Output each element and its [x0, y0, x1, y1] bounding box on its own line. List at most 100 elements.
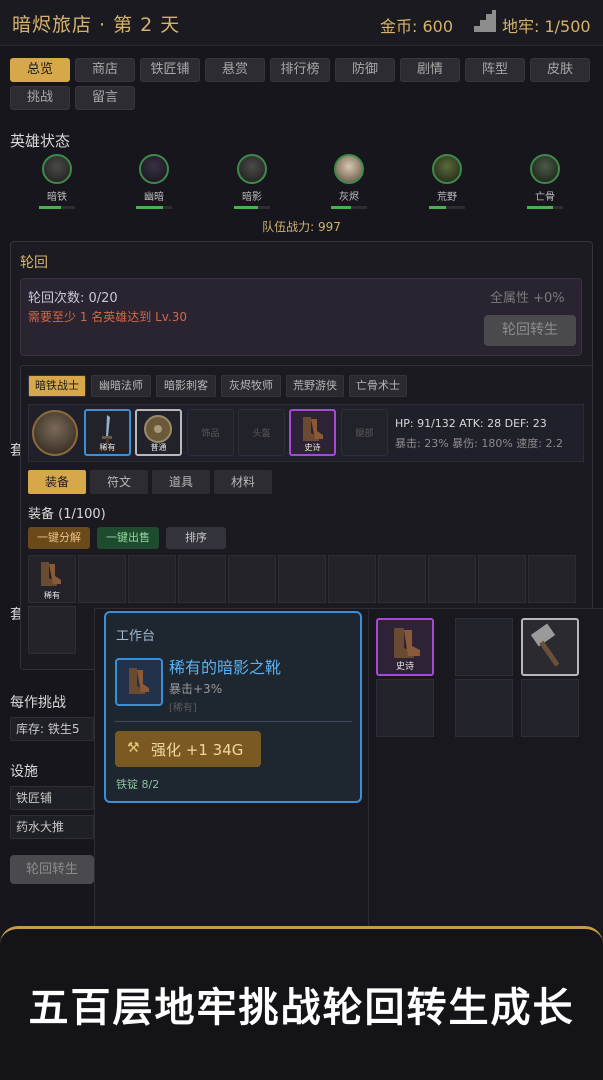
facility-row[interactable]: 铁匠铺 — [10, 786, 94, 810]
slot-label: 头盔 — [252, 429, 271, 439]
boots-icon — [129, 668, 149, 694]
hero-card[interactable]: 暗影 — [217, 154, 287, 209]
tab-skins[interactable]: 皮肤 — [530, 58, 590, 82]
tab-bounty[interactable]: 悬赏 — [205, 58, 265, 82]
reincarnation-button-secondary[interactable]: 轮回转生 — [10, 855, 94, 884]
tab-blacksmith[interactable]: 铁匠铺 — [140, 58, 200, 82]
slot-label: 饰品 — [201, 429, 220, 439]
hero-card[interactable]: 亡骨 — [510, 154, 580, 209]
slot-rarity: 稀有 — [99, 443, 116, 452]
hero-portrait — [530, 154, 560, 184]
hero-name: 灰烬 — [339, 192, 359, 203]
inventory-slot[interactable] — [28, 606, 76, 654]
item-slot[interactable]: 史诗 — [376, 618, 434, 676]
hero-stats-primary: HP: 91/132 ATK: 28 DEF: 23 — [395, 417, 547, 430]
tab-leaderboard[interactable]: 排行榜 — [270, 58, 330, 82]
hero-hp-bar — [136, 206, 172, 209]
hero-card[interactable]: 灰烬 — [314, 154, 384, 209]
boots-slot[interactable]: 史诗 — [289, 409, 336, 456]
inventory-slot[interactable] — [228, 555, 276, 603]
hero-hp-bar — [429, 206, 465, 209]
tab-formation[interactable]: 阵型 — [465, 58, 525, 82]
reincarnation-title: 轮回 — [20, 255, 48, 271]
stairs-icon — [472, 8, 498, 34]
weapon-slot[interactable]: 稀有 — [84, 409, 131, 456]
tab-overview[interactable]: 总览 — [10, 58, 70, 82]
hero-name: 幽暗 — [144, 192, 164, 203]
workbench-item-stat: 暴击+3% — [169, 682, 223, 696]
tab-items[interactable]: 道具 — [152, 470, 210, 494]
inventory-slot[interactable] — [378, 555, 426, 603]
dungeon-counter: 地牢: 1/500 — [502, 17, 591, 36]
hero-name: 暗影 — [242, 192, 262, 203]
inventory-title: 装备 (1/100) — [28, 507, 106, 522]
hammer-icon: ⚒ — [127, 740, 140, 756]
tab-equipment[interactable]: 装备 — [28, 470, 86, 494]
hero-status-label: 英雄状态 — [10, 132, 71, 150]
slot-rarity: 史诗 — [395, 662, 414, 672]
reincarnation-requirement: 需要至少 1 名英雄达到 Lv.30 — [28, 310, 188, 324]
hero-hp-bar — [39, 206, 75, 209]
accessory-slot[interactable]: 饰品 — [187, 409, 234, 456]
tab-challenge[interactable]: 挑战 — [10, 86, 70, 110]
item-slot[interactable] — [455, 679, 513, 737]
facilities-label: 设施 — [10, 764, 38, 780]
reincarnation-count: 轮回次数: 0/20 — [28, 291, 118, 306]
hero-tab[interactable]: 荒野游侠 — [286, 375, 344, 397]
inventory-slot[interactable] — [278, 555, 326, 603]
helmet-slot[interactable]: 头盔 — [238, 409, 285, 456]
hero-name: 暗铁 — [47, 192, 67, 203]
divider — [368, 608, 369, 938]
hero-tab[interactable]: 幽暗法师 — [91, 375, 151, 397]
tab-runes[interactable]: 符文 — [90, 470, 148, 494]
shield-slot[interactable]: 普通 — [135, 409, 182, 456]
item-slot[interactable] — [521, 679, 579, 737]
item-slot[interactable] — [376, 679, 434, 737]
hero-card[interactable]: 幽暗 — [119, 154, 189, 209]
slot-rarity: 稀有 — [44, 591, 60, 600]
inventory-slot[interactable] — [178, 555, 226, 603]
inventory-slot[interactable]: 稀有 — [28, 555, 76, 603]
tab-materials[interactable]: 材料 — [214, 470, 272, 494]
slot-rarity: 普通 — [150, 443, 167, 452]
item-slot[interactable] — [521, 618, 579, 676]
tab-messages[interactable]: 留言 — [75, 86, 135, 110]
hero-card[interactable]: 暗铁 — [22, 154, 92, 209]
inventory-slot[interactable] — [78, 555, 126, 603]
hero-portrait — [139, 154, 169, 184]
inventory-slot[interactable] — [428, 555, 476, 603]
leg-slot[interactable]: 腿部 — [341, 409, 388, 456]
tab-story[interactable]: 剧情 — [400, 58, 460, 82]
sort-button[interactable]: 排序 — [166, 527, 226, 549]
tab-defense[interactable]: 防御 — [335, 58, 395, 82]
hero-tab[interactable]: 暗铁战士 — [28, 375, 86, 397]
hammer-icon — [530, 623, 560, 667]
tab-shop[interactable]: 商店 — [75, 58, 135, 82]
inventory-slot[interactable] — [478, 555, 526, 603]
workbench-title: 工作台 — [116, 629, 156, 644]
inventory-slot[interactable] — [328, 555, 376, 603]
inventory-slot[interactable] — [128, 555, 176, 603]
inventory-slot[interactable] — [528, 555, 576, 603]
hero-tab[interactable]: 亡骨术士 — [349, 375, 407, 397]
hero-portrait — [42, 154, 72, 184]
hero-stats-secondary: 暴击: 23% 暴伤: 180% 速度: 2.2 — [395, 437, 563, 450]
facility-row[interactable]: 药水大推 — [10, 815, 94, 839]
boots-icon — [41, 562, 61, 586]
hero-tab[interactable]: 灰烬牧师 — [221, 375, 281, 397]
page-title: 暗烬旅店 · 第 2 天 — [12, 14, 181, 36]
upgrade-button[interactable]: ⚒ 强化 +1 34G — [115, 731, 261, 767]
workbench-material: 铁锭 8/2 — [116, 778, 160, 791]
sell-all-button[interactable]: 一键出售 — [97, 527, 159, 549]
slot-rarity: 史诗 — [304, 443, 321, 452]
hero-tab[interactable]: 暗影刺客 — [156, 375, 216, 397]
stock-row: 库存: 铁生5 — [10, 717, 94, 741]
team-power: 队伍战力: 997 — [262, 220, 341, 234]
salvage-all-button[interactable]: 一键分解 — [28, 527, 90, 549]
reincarnation-button[interactable]: 轮回转生 — [484, 315, 576, 346]
hero-hp-bar — [234, 206, 270, 209]
hero-card[interactable]: 荒野 — [412, 154, 482, 209]
item-slot[interactable] — [455, 618, 513, 676]
workbench-item-slot[interactable] — [115, 658, 163, 706]
hero-portrait — [237, 154, 267, 184]
